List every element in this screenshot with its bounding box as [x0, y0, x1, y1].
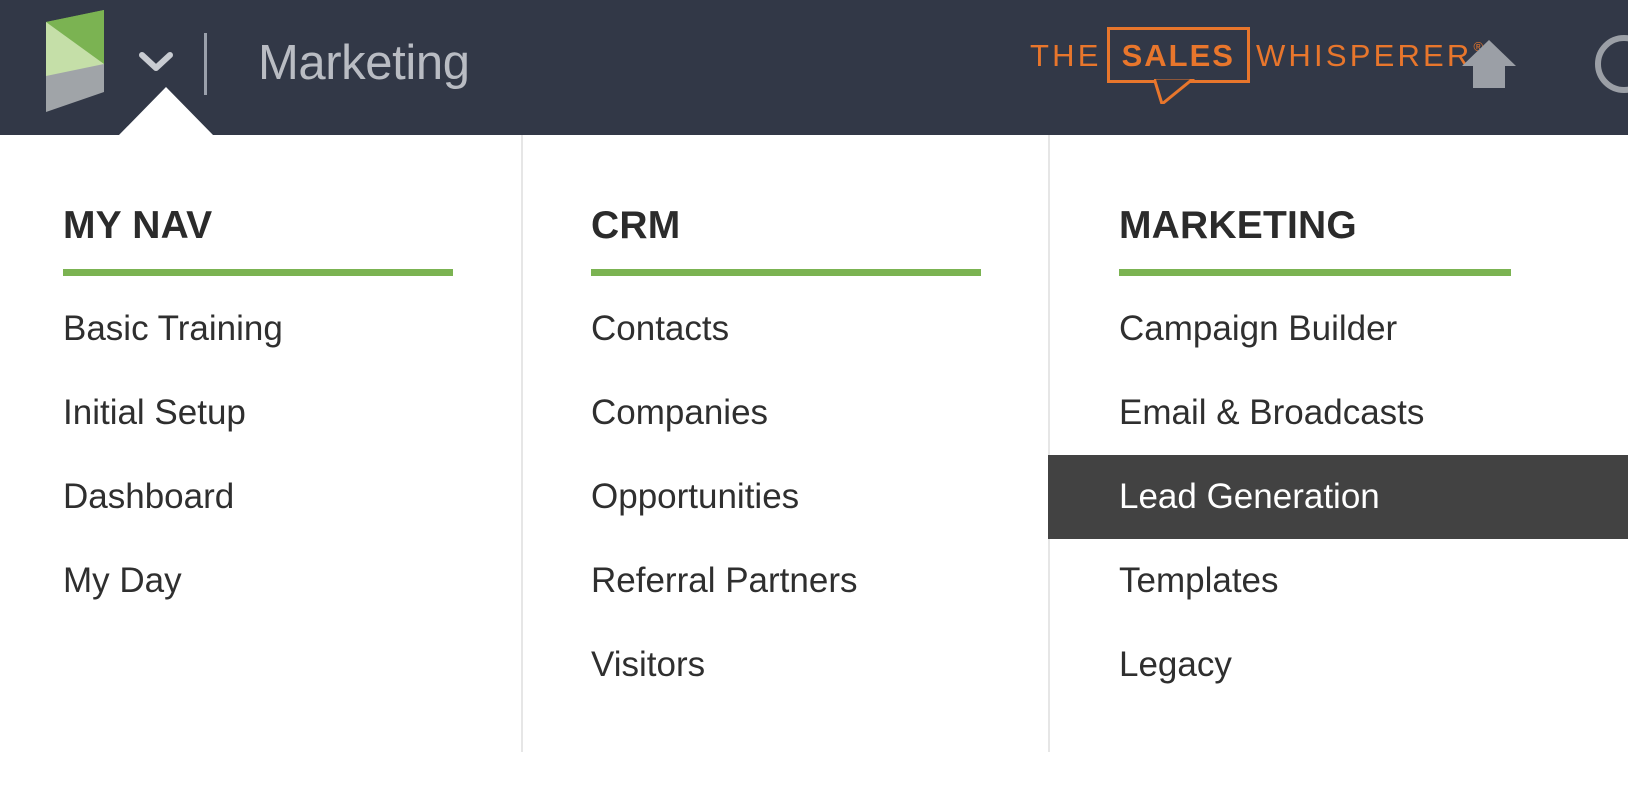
nav-item-referral-partners[interactable]: Referral Partners	[591, 539, 1048, 623]
partner-logo-sales: SALES	[1121, 38, 1235, 73]
nav-item-contacts[interactable]: Contacts	[591, 287, 1048, 371]
app-root: Marketing THE SALES WHISPERER ® MY NAV B…	[0, 0, 1628, 786]
nav-item-dashboard[interactable]: Dashboard	[63, 455, 521, 539]
nav-columns: MY NAV Basic Training Initial Setup Dash…	[0, 135, 1628, 752]
nav-column-list: Contacts Companies Opportunities Referra…	[591, 287, 1048, 707]
nav-item-campaign-builder[interactable]: Campaign Builder	[1119, 287, 1628, 371]
nav-item-my-day[interactable]: My Day	[63, 539, 521, 623]
nav-column-accent-rule	[1119, 269, 1511, 276]
infusionsoft-logo[interactable]	[42, 8, 122, 116]
nav-item-email-and-broadcasts[interactable]: Email & Broadcasts	[1119, 371, 1628, 455]
app-header-bar: Marketing THE SALES WHISPERER ®	[0, 0, 1628, 135]
nav-item-visitors[interactable]: Visitors	[591, 623, 1048, 707]
brand-menu-chevron-down-icon[interactable]	[136, 48, 176, 76]
header-divider	[204, 33, 207, 95]
nav-item-initial-setup[interactable]: Initial Setup	[63, 371, 521, 455]
nav-item-legacy[interactable]: Legacy	[1119, 623, 1628, 707]
nav-item-templates[interactable]: Templates	[1119, 539, 1628, 623]
page-title: Marketing	[258, 36, 470, 90]
nav-column-title: MARKETING	[1119, 204, 1357, 247]
nav-item-basic-training[interactable]: Basic Training	[63, 287, 521, 371]
partner-logo-the-sales-whisperer: THE SALES WHISPERER ®	[1030, 27, 1483, 104]
nav-item-companies[interactable]: Companies	[591, 371, 1048, 455]
help-circle-icon[interactable]	[1594, 34, 1628, 94]
nav-column-title: CRM	[591, 204, 681, 247]
nav-column-my-nav: MY NAV Basic Training Initial Setup Dash…	[0, 135, 521, 752]
main-nav-dropdown-panel: MY NAV Basic Training Initial Setup Dash…	[0, 87, 1628, 786]
nav-column-accent-rule	[591, 269, 981, 276]
nav-column-list: Campaign Builder Email & Broadcasts Lead…	[1048, 287, 1628, 707]
nav-column-accent-rule	[63, 269, 453, 276]
partner-logo-speech-bubble: SALES	[1106, 27, 1250, 104]
nav-column-list: Basic Training Initial Setup Dashboard M…	[63, 287, 521, 623]
speech-bubble-tail-icon	[1153, 78, 1198, 104]
nav-item-opportunities[interactable]: Opportunities	[591, 455, 1048, 539]
partner-logo-whisperer: WHISPERER	[1255, 38, 1473, 73]
dropdown-pointer-caret	[118, 87, 214, 136]
nav-item-lead-generation[interactable]: Lead Generation	[1048, 455, 1628, 539]
nav-column-marketing: MARKETING Campaign Builder Email & Broad…	[1048, 135, 1628, 752]
nav-column-title: MY NAV	[63, 204, 213, 247]
partner-logo-the: THE	[1030, 38, 1102, 73]
nav-column-crm: CRM Contacts Companies Opportunities Ref…	[521, 135, 1048, 752]
home-icon[interactable]	[1461, 38, 1517, 90]
